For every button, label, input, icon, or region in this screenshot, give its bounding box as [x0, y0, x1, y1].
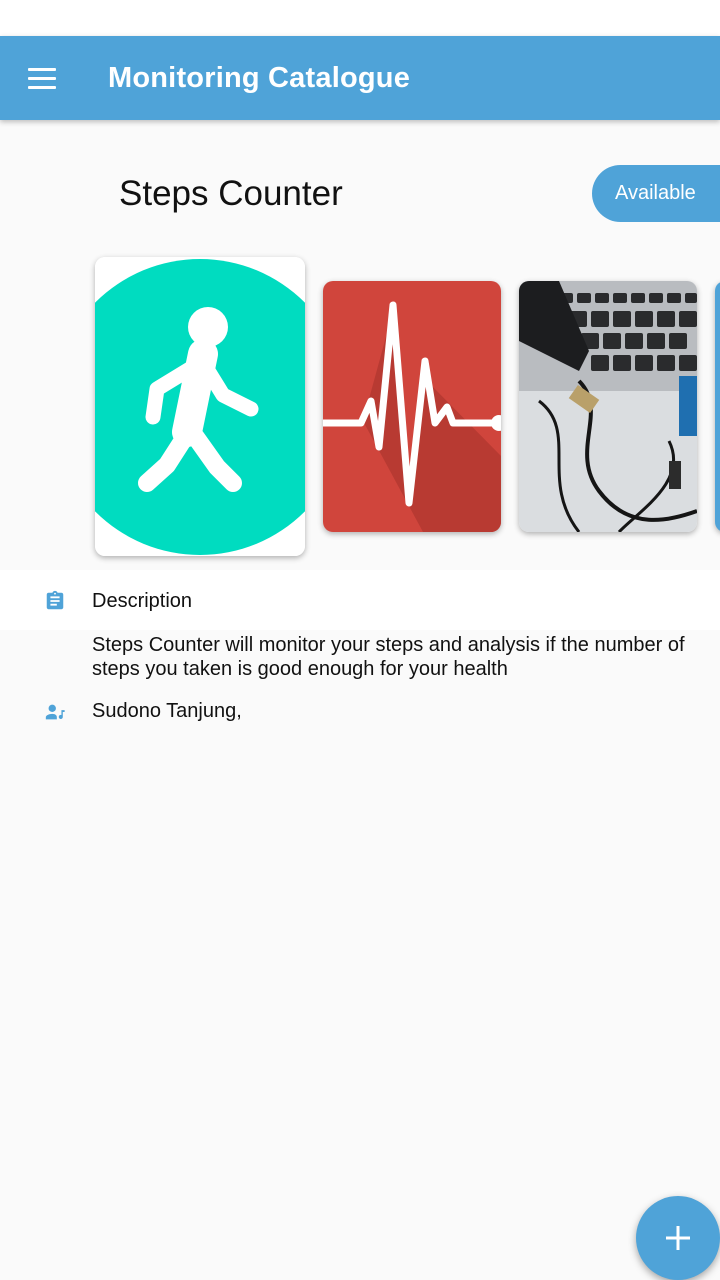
hamburger-menu-icon[interactable] — [18, 54, 66, 102]
description-heading: Description — [92, 590, 193, 612]
item-title: Steps Counter — [119, 174, 343, 213]
plus-icon — [666, 1226, 690, 1250]
person-icon — [45, 704, 65, 720]
laptop-usb-cable-photo[interactable] — [519, 281, 697, 532]
clipboard-icon — [46, 590, 64, 610]
status-bar — [0, 0, 720, 36]
status-chip[interactable]: Available — [592, 165, 720, 222]
heartbeat-pulse-image[interactable] — [323, 281, 501, 532]
partial-card-image[interactable] — [715, 281, 720, 532]
add-button[interactable] — [636, 1196, 720, 1280]
description-text: Steps Counter will monitor your steps an… — [92, 634, 685, 680]
image-gallery[interactable] — [0, 240, 720, 570]
author-name: Sudono Tanjung, — [92, 700, 242, 722]
walking-person-image[interactable] — [95, 257, 305, 556]
app-title: Monitoring Catalogue — [108, 62, 411, 94]
app-bar: Monitoring Catalogue — [0, 36, 720, 120]
